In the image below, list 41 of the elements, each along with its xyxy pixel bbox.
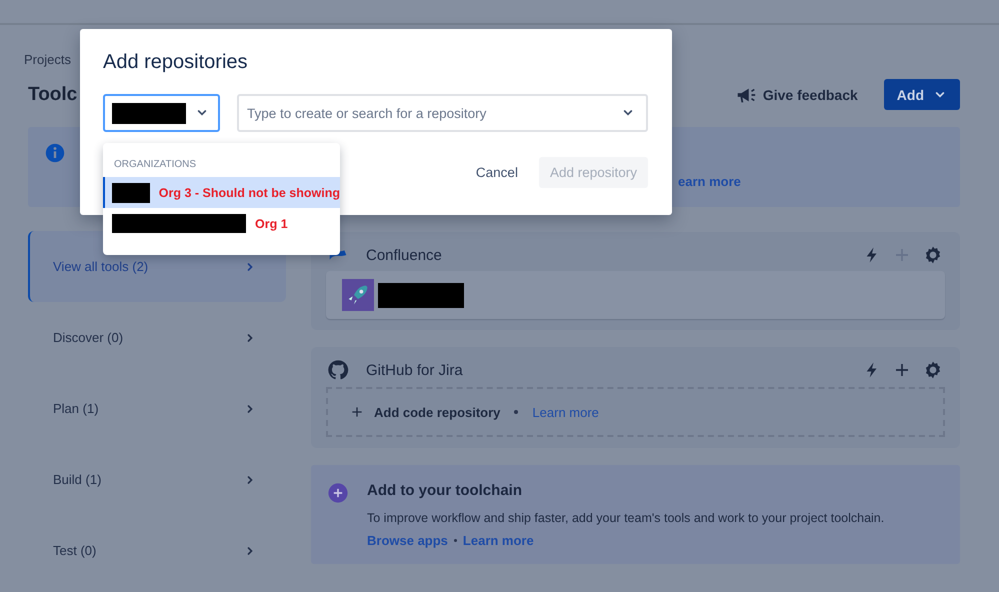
separator-dot	[454, 539, 457, 542]
plus-icon	[893, 361, 911, 379]
sidebar-item[interactable]: Plan (1)	[28, 373, 286, 444]
annotation-text: Org 3 - Should not be showing	[158, 186, 340, 200]
redaction-bar	[112, 182, 150, 202]
octocat-icon	[327, 359, 349, 381]
repository-select[interactable]: Type to create or search for a repository	[237, 94, 648, 132]
tool-name: Confluence	[366, 246, 443, 264]
cancel-button[interactable]: Cancel	[464, 157, 529, 188]
toolchain-link[interactable]: Browse apps	[367, 533, 448, 548]
settings-icon	[923, 245, 943, 265]
add-button[interactable]: Add	[884, 79, 960, 110]
group-heading: ORGANIZATIONS	[113, 159, 198, 172]
sidebar-item[interactable]: Discover (0)	[28, 302, 286, 373]
organization-select[interactable]	[103, 94, 220, 132]
tool-name: GitHub for Jira	[366, 362, 464, 378]
learn-more-link[interactable]: earn more	[678, 174, 741, 189]
settings-icon	[923, 360, 943, 380]
linked-item[interactable]	[326, 271, 945, 319]
plus-circle-icon	[328, 483, 348, 503]
plus-icon	[893, 246, 911, 264]
separator-dot	[514, 410, 518, 414]
settings-button[interactable]	[923, 245, 943, 265]
sidebar-item[interactable]: Test (0)	[28, 515, 286, 586]
toolchain-description: To improve workflow and ship faster, add your team's tools and work to your project toolchain.	[367, 511, 884, 525]
plus-icon	[350, 405, 364, 419]
add-button[interactable]	[893, 361, 911, 379]
breadcrumb-link[interactable]: Projects	[24, 52, 71, 67]
dialog-title: Add repositories	[103, 51, 249, 74]
add-code-repository-button[interactable]: Add code repository	[350, 404, 500, 420]
menu-option[interactable]: Org 3 - Should not be showing	[103, 177, 340, 208]
toolchain-title: Add to your toolchain	[367, 482, 523, 499]
info-icon	[45, 143, 65, 163]
rocket-icon	[342, 279, 374, 311]
settings-button[interactable]	[923, 360, 943, 380]
learn-more-link[interactable]: Learn more	[532, 404, 599, 420]
feedback-button[interactable]: Give feedback	[734, 84, 858, 106]
annotation-text: Org 1	[255, 216, 288, 230]
toolchain-link[interactable]: Learn more	[462, 533, 534, 548]
sidebar-item[interactable]: Build (1)	[28, 444, 286, 515]
page-title: Toolc	[28, 84, 78, 106]
